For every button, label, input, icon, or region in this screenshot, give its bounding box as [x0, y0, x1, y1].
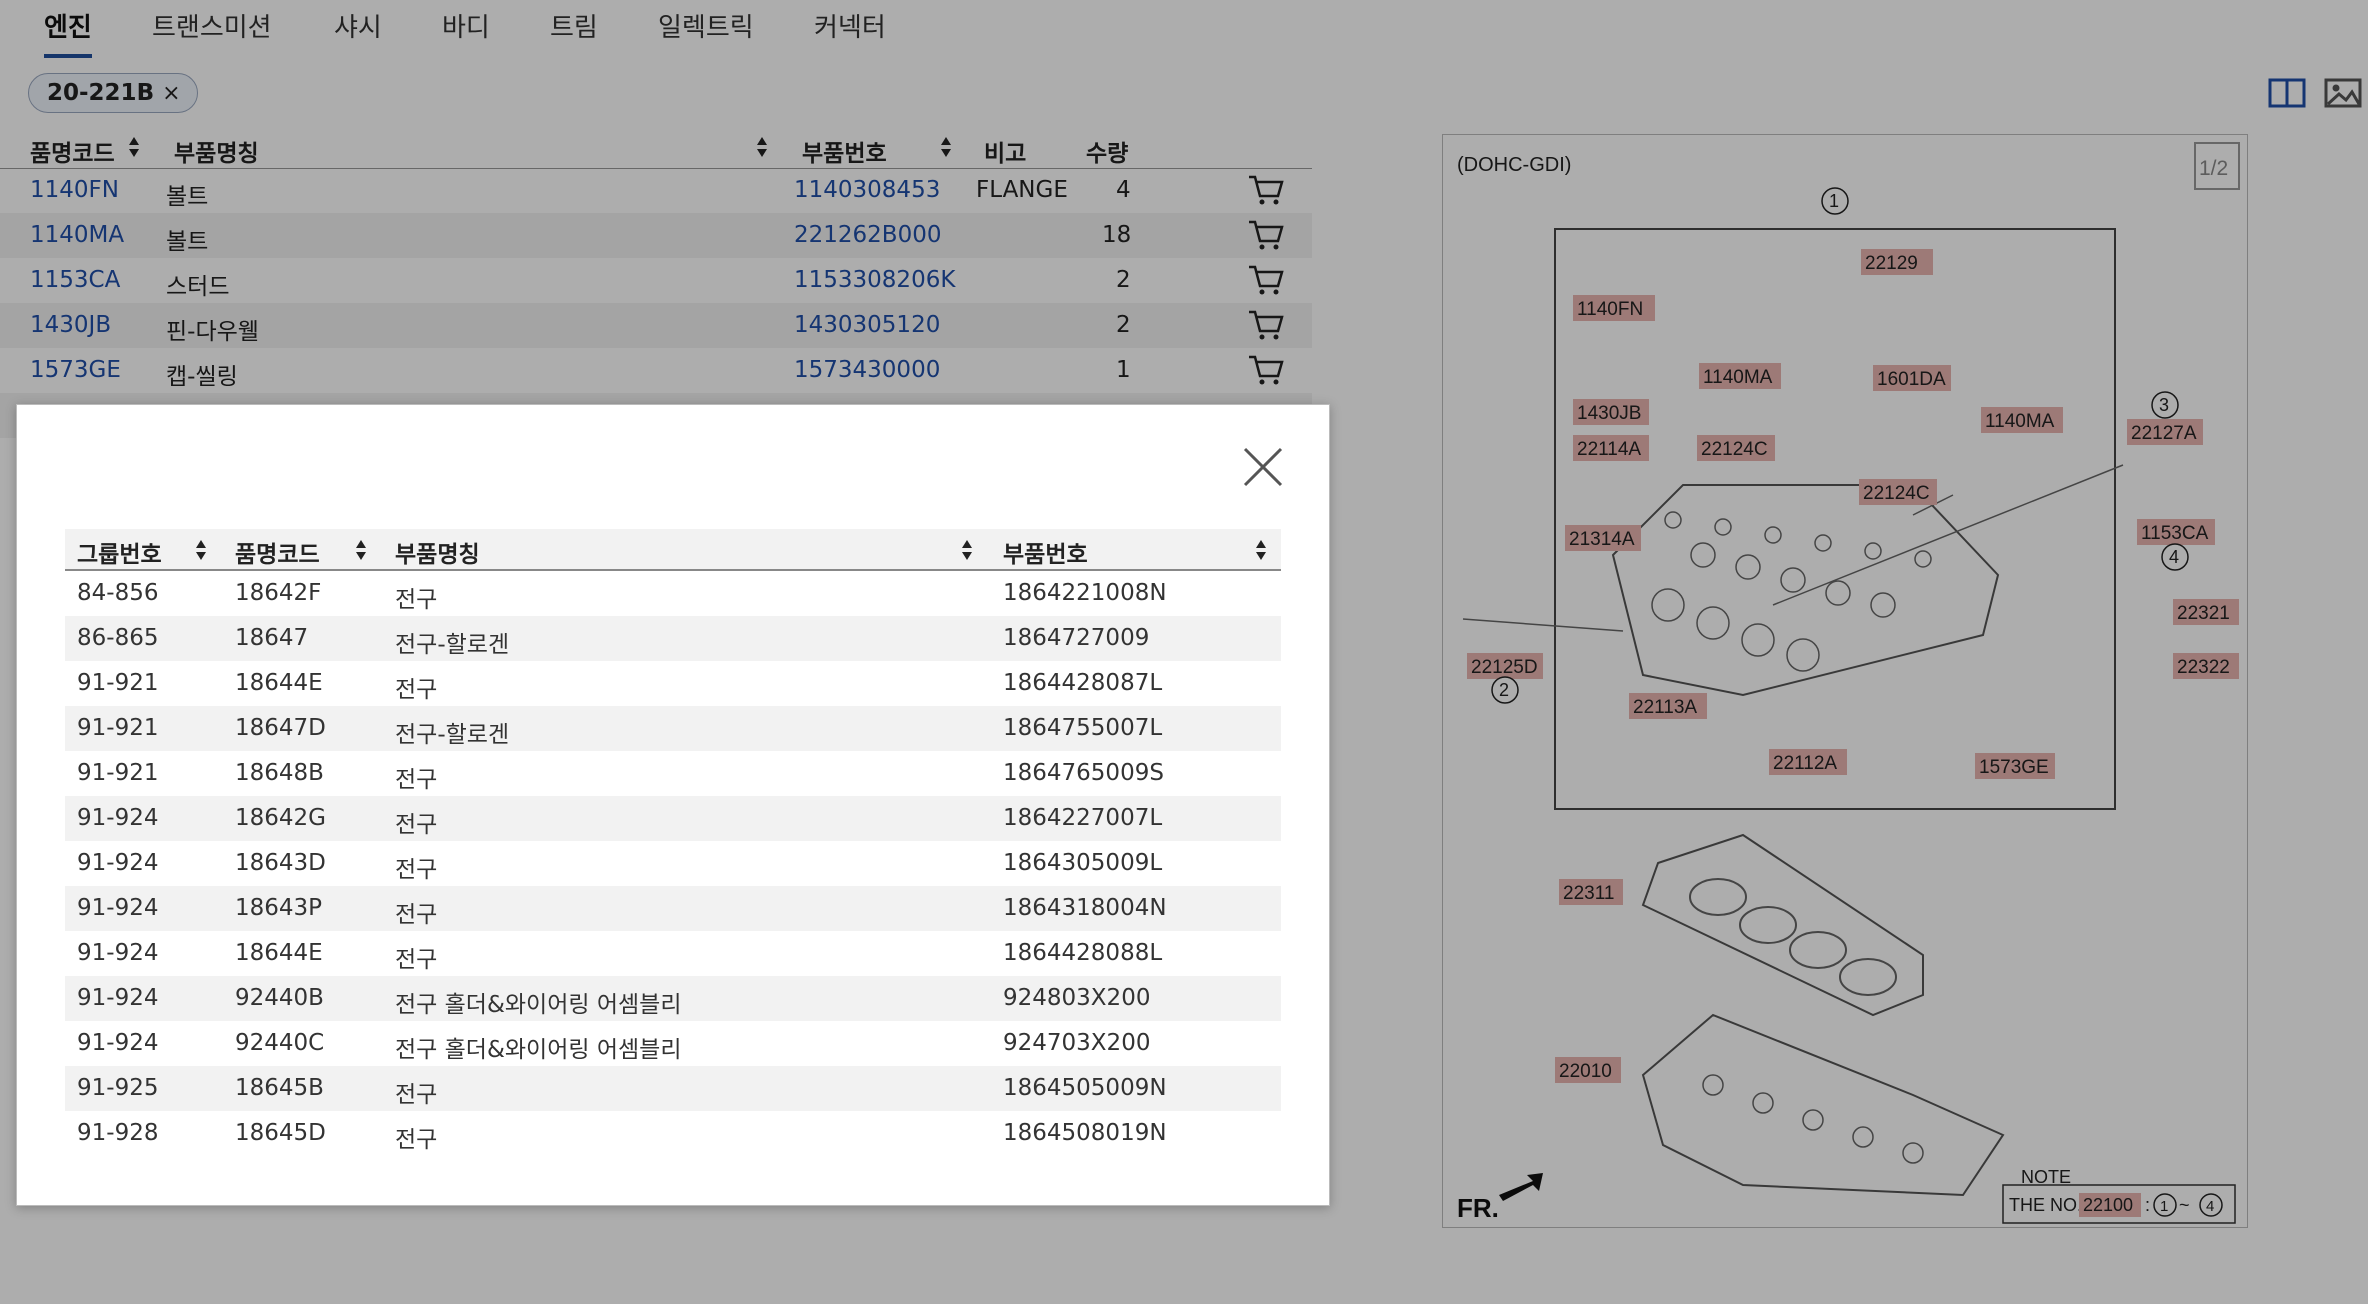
sort-icon[interactable] — [1255, 539, 1267, 561]
cell-name: 전구 — [395, 1082, 438, 1108]
cell-group: 84-856 — [77, 580, 159, 606]
cell-name: 전구 — [395, 902, 438, 928]
cell-code: 18645B — [235, 1075, 324, 1101]
cell-code: 18647D — [235, 715, 326, 741]
cell-code: 18642G — [235, 805, 326, 831]
cell-part-no: 924703X200 — [1003, 1030, 1151, 1056]
related-parts-table: 그룹번호 품명코드 부품명칭 부품번호 84-856 18642F 전구 186422… — [65, 529, 1281, 1156]
cell-group: 91-921 — [77, 715, 159, 741]
cell-name: 전구-할로겐 — [395, 632, 510, 658]
cell-part-no: 1864221008N — [1003, 580, 1167, 606]
cell-part-no: 1864428088L — [1003, 940, 1163, 966]
cell-code: 18643P — [235, 895, 323, 921]
cell-group: 91-924 — [77, 895, 159, 921]
table-row[interactable]: 91-921 18647D 전구-할로겐 1864755007L — [65, 706, 1281, 751]
cell-group: 91-924 — [77, 850, 159, 876]
cell-name: 전구 홀더&와이어링 어셈블리 — [395, 992, 682, 1018]
cell-name: 전구 — [395, 1127, 438, 1153]
cell-group: 91-921 — [77, 670, 159, 696]
cell-name: 전구 홀더&와이어링 어셈블리 — [395, 1037, 682, 1063]
cell-part-no: 1864318004N — [1003, 895, 1167, 921]
table-row[interactable]: 91-924 92440C 전구 홀더&와이어링 어셈블리 924703X200 — [65, 1021, 1281, 1066]
cell-name: 전구 — [395, 857, 438, 883]
table-row[interactable]: 91-928 18645D 전구 1864508019N — [65, 1111, 1281, 1156]
header-code[interactable]: 품명코드 — [235, 535, 320, 569]
cell-name: 전구-할로겐 — [395, 722, 510, 748]
cell-code: 18644E — [235, 940, 323, 966]
cell-code: 18645D — [235, 1120, 326, 1146]
cell-code: 18642F — [235, 580, 322, 606]
close-icon[interactable] — [1241, 445, 1285, 489]
cell-group: 91-928 — [77, 1120, 159, 1146]
cell-part-no: 1864305009L — [1003, 850, 1163, 876]
cell-code: 18648B — [235, 760, 324, 786]
cell-code: 92440B — [235, 985, 324, 1011]
table-row[interactable]: 86-865 18647 전구-할로겐 1864727009 — [65, 616, 1281, 661]
cell-name: 전구 — [395, 587, 438, 613]
cell-code: 18643D — [235, 850, 326, 876]
related-parts-modal: 그룹번호 품명코드 부품명칭 부품번호 84-856 18642F 전구 186422… — [16, 404, 1330, 1206]
cell-group: 91-924 — [77, 1030, 159, 1056]
table-row[interactable]: 91-925 18645B 전구 1864505009N — [65, 1066, 1281, 1111]
sort-icon[interactable] — [961, 539, 973, 561]
cell-group: 86-865 — [77, 625, 159, 651]
cell-group: 91-921 — [77, 760, 159, 786]
cell-name: 전구 — [395, 947, 438, 973]
cell-group: 91-924 — [77, 940, 159, 966]
cell-name: 전구 — [395, 812, 438, 838]
table-row[interactable]: 91-924 18642G 전구 1864227007L — [65, 796, 1281, 841]
cell-part-no: 1864428087L — [1003, 670, 1163, 696]
table-row[interactable]: 91-924 18643D 전구 1864305009L — [65, 841, 1281, 886]
cell-code: 18644E — [235, 670, 323, 696]
sort-icon[interactable] — [355, 539, 367, 561]
header-part-no[interactable]: 부품번호 — [1003, 535, 1088, 569]
table-row[interactable]: 91-921 18644E 전구 1864428087L — [65, 661, 1281, 706]
cell-group: 91-925 — [77, 1075, 159, 1101]
sort-icon[interactable] — [195, 539, 207, 561]
table-row[interactable]: 91-924 18643P 전구 1864318004N — [65, 886, 1281, 931]
table-row[interactable]: 91-924 92440B 전구 홀더&와이어링 어셈블리 924803X200 — [65, 976, 1281, 1021]
cell-group: 91-924 — [77, 985, 159, 1011]
table-row[interactable]: 84-856 18642F 전구 1864221008N — [65, 571, 1281, 616]
cell-part-no: 1864755007L — [1003, 715, 1163, 741]
modal-table-header: 그룹번호 품명코드 부품명칭 부품번호 — [65, 529, 1281, 571]
table-row[interactable]: 91-924 18644E 전구 1864428088L — [65, 931, 1281, 976]
cell-part-no: 1864505009N — [1003, 1075, 1167, 1101]
cell-name: 전구 — [395, 677, 438, 703]
cell-group: 91-924 — [77, 805, 159, 831]
header-name[interactable]: 부품명칭 — [395, 535, 480, 569]
cell-part-no: 1864227007L — [1003, 805, 1163, 831]
table-row[interactable]: 91-921 18648B 전구 1864765009S — [65, 751, 1281, 796]
cell-name: 전구 — [395, 767, 438, 793]
cell-part-no: 924803X200 — [1003, 985, 1151, 1011]
cell-code: 92440C — [235, 1030, 325, 1056]
cell-part-no: 1864508019N — [1003, 1120, 1167, 1146]
cell-code: 18647 — [235, 625, 309, 651]
header-group[interactable]: 그룹번호 — [77, 535, 162, 569]
cell-part-no: 1864727009 — [1003, 625, 1150, 651]
cell-part-no: 1864765009S — [1003, 760, 1164, 786]
